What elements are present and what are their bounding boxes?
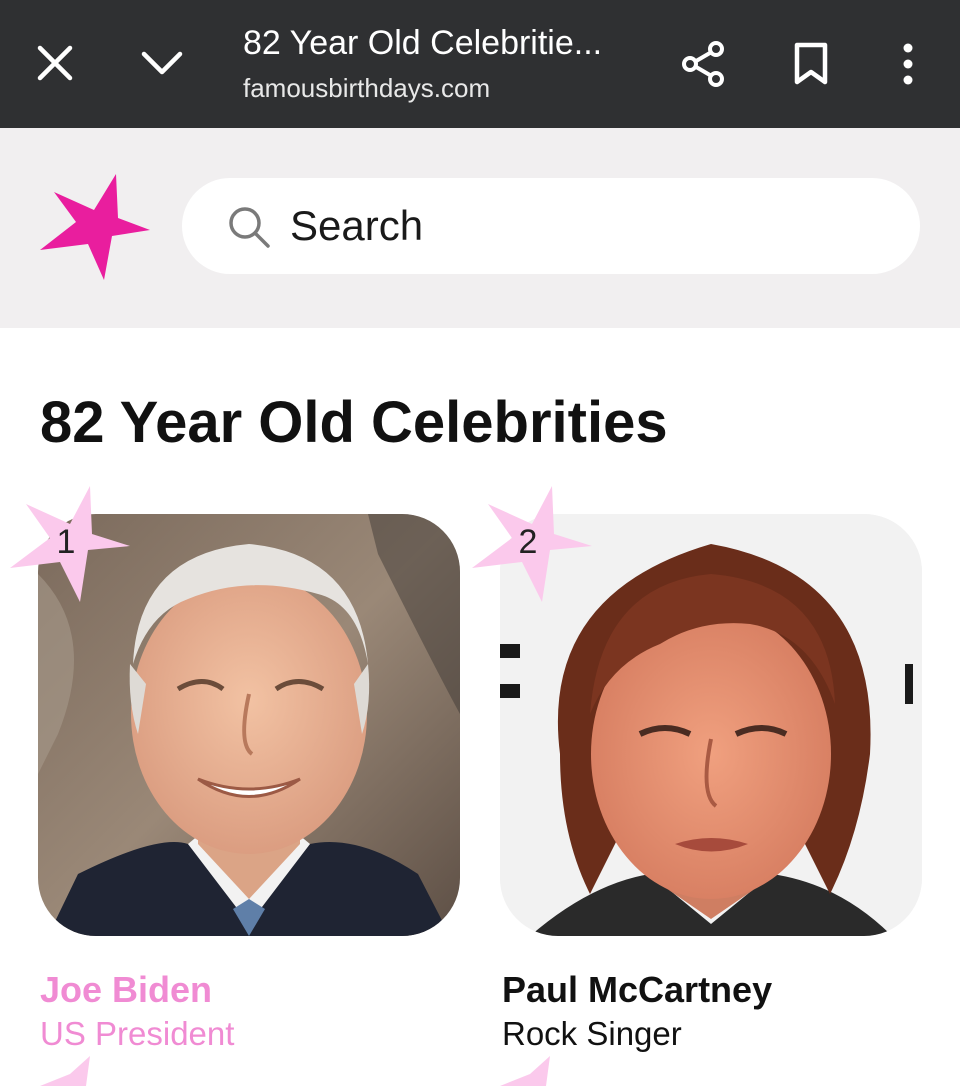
page-tab-title: 82 Year Old Celebritie...: [243, 24, 603, 62]
chevron-down-icon[interactable]: [138, 38, 186, 86]
share-icon[interactable]: [680, 40, 726, 88]
rank-badge-partial: [40, 1056, 100, 1086]
celebrity-card[interactable]: 1 Joe Biden US President: [8, 484, 460, 1080]
celebrity-profession: US President: [40, 1015, 235, 1052]
search-icon: [226, 204, 272, 250]
rank-badge-partial: [500, 1056, 560, 1086]
page-title: 82 Year Old Celebrities: [40, 390, 668, 455]
celebrity-profession: Rock Singer: [502, 1015, 682, 1052]
search-input[interactable]: Search: [290, 200, 870, 252]
site-header: Search: [0, 128, 960, 328]
celebrity-name[interactable]: Paul McCartney: [502, 968, 772, 1012]
browser-toolbar: 82 Year Old Celebritie... famousbirthday…: [0, 0, 960, 128]
close-icon[interactable]: [34, 42, 76, 84]
star-logo-icon[interactable]: [38, 172, 152, 282]
rank-number: 1: [56, 523, 76, 561]
bookmark-icon[interactable]: [792, 42, 830, 86]
search-bar[interactable]: Search: [182, 178, 920, 274]
celebrity-name[interactable]: Joe Biden: [40, 968, 212, 1012]
rank-badge: 1: [8, 484, 132, 608]
page-url[interactable]: famousbirthdays.com: [243, 70, 490, 106]
more-vert-icon[interactable]: [898, 42, 918, 86]
rank-number: 2: [518, 523, 538, 561]
rank-badge: 2: [470, 484, 594, 608]
celebrity-card[interactable]: 2 Paul McCartney Rock Singer: [470, 484, 922, 1080]
